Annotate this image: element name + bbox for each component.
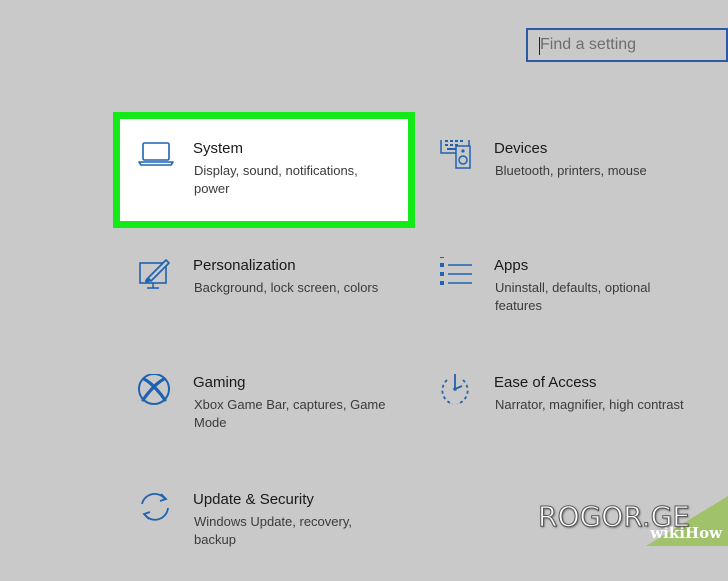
tile-description: Display, sound, notifications, power <box>194 163 358 196</box>
tile-description: Narrator, magnifier, high contrast <box>495 397 684 412</box>
tile-description: Xbox Game Bar, captures, Game Mode <box>194 397 386 430</box>
settings-tile-apps[interactable]: Apps Uninstall, defaults, optional featu… <box>439 254 709 347</box>
tile-description: Bluetooth, printers, mouse <box>495 163 647 178</box>
tile-title: Devices <box>494 140 548 157</box>
tile-title: Gaming <box>193 374 246 391</box>
tile-title: Update & Security <box>193 491 314 508</box>
settings-tile-update-security[interactable]: Update & Security Windows Update, recove… <box>138 491 408 581</box>
xbox-icon <box>138 373 178 414</box>
site-watermark: ROGOR.GE <box>538 500 691 534</box>
settings-tile-personalization[interactable]: Personalization Background, lock screen,… <box>138 257 408 347</box>
settings-tile-ease-of-access[interactable]: Ease of Access Narrator, magnifier, high… <box>439 374 709 464</box>
tile-description: Uninstall, defaults, optional features <box>495 280 651 313</box>
search-box[interactable] <box>526 28 728 62</box>
apps-list-icon <box>439 254 479 297</box>
tile-description: Windows Update, recovery, backup <box>194 514 352 547</box>
laptop-icon <box>138 140 178 180</box>
tile-title: Apps <box>494 257 529 274</box>
tile-description: Background, lock screen, colors <box>194 280 379 295</box>
sync-arrows-icon <box>138 491 178 531</box>
settings-tile-gaming[interactable]: Gaming Xbox Game Bar, captures, Game Mod… <box>138 373 408 464</box>
settings-tile-devices[interactable]: Devices Bluetooth, printers, mouse <box>439 136 709 230</box>
tile-title: Personalization <box>193 257 296 274</box>
search-input[interactable] <box>540 30 720 60</box>
tile-title: System <box>193 140 244 157</box>
settings-tile-system[interactable]: System Display, sound, notifications, po… <box>138 140 408 230</box>
ease-of-access-icon <box>439 374 479 414</box>
paintbrush-monitor-icon <box>138 257 178 297</box>
tile-title: Ease of Access <box>494 374 597 391</box>
keyboard-speaker-icon <box>439 136 479 180</box>
